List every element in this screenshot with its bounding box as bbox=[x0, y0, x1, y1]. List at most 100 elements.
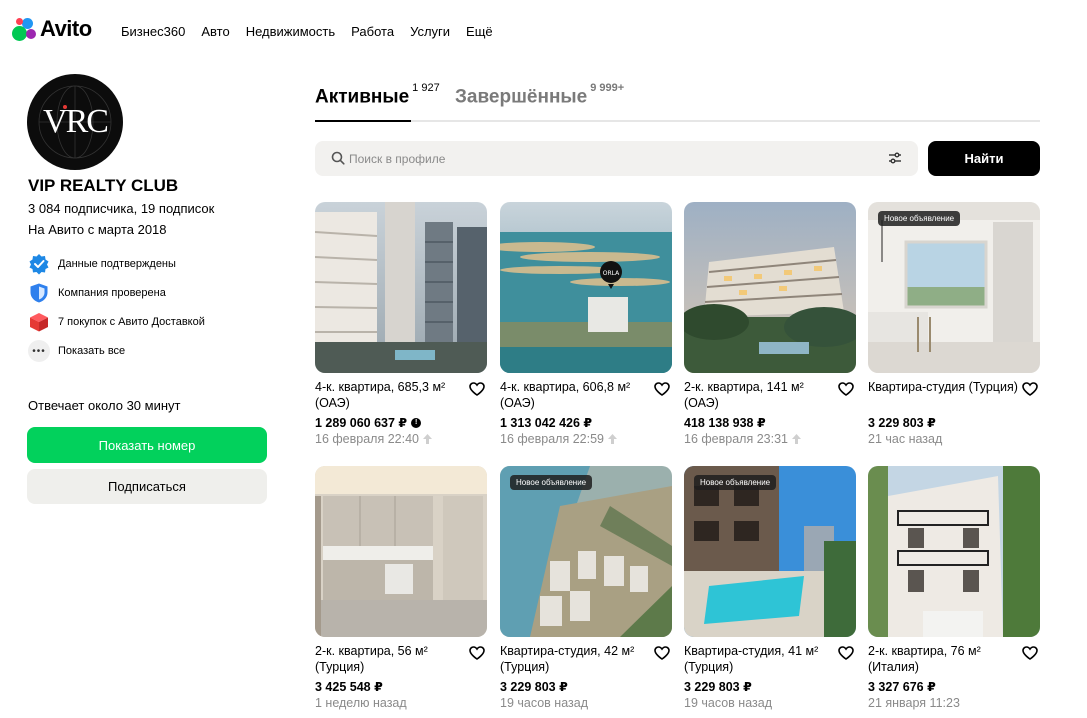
raised-arrow-icon bbox=[791, 434, 801, 444]
new-listing-badge: Новое объявление bbox=[878, 211, 961, 226]
price-value: 3 229 803 ₽ bbox=[500, 680, 568, 694]
search-input[interactable] bbox=[349, 141, 879, 176]
listing-price: 3 229 803 ₽ bbox=[684, 679, 752, 694]
badge-show-all[interactable]: ••• Показать все bbox=[28, 340, 205, 362]
avito-logo-text: Avito bbox=[40, 16, 92, 41]
tab-completed[interactable]: Завершённые 9 999+ bbox=[455, 82, 624, 108]
listing-title[interactable]: 2-к. квартира, 56 м² (Турция) bbox=[315, 643, 465, 675]
new-listing-badge: Новое объявление bbox=[510, 475, 593, 490]
badge-label: 7 покупок с Авито Доставкой bbox=[58, 316, 205, 328]
show-phone-button[interactable]: Показать номер bbox=[27, 427, 267, 463]
date-value: 19 часов назад bbox=[684, 696, 772, 710]
top-header: Avito Бизнес360 Авто Недвижимость Работа… bbox=[0, 0, 1087, 64]
listing-photo[interactable] bbox=[315, 202, 487, 373]
listing-price: 3 327 676 ₽ bbox=[868, 679, 936, 694]
main-nav: Бизнес360 Авто Недвижимость Работа Услуг… bbox=[121, 24, 493, 39]
price-value: 418 138 938 ₽ bbox=[684, 416, 766, 430]
search-icon bbox=[331, 151, 345, 165]
listing-photo[interactable] bbox=[684, 202, 856, 373]
favorite-heart-icon[interactable] bbox=[469, 382, 485, 396]
verified-check-icon bbox=[28, 253, 50, 275]
badge-label: Данные подтверждены bbox=[58, 258, 176, 270]
price-value: 3 229 803 ₽ bbox=[868, 416, 936, 430]
profile-search bbox=[315, 141, 918, 176]
badge-delivery-purchases[interactable]: 7 покупок с Авито Доставкой bbox=[28, 311, 205, 333]
listing-photo[interactable] bbox=[868, 466, 1040, 637]
date-value: 1 неделю назад bbox=[315, 696, 407, 710]
more-dots-icon: ••• bbox=[28, 340, 50, 362]
listing-price: 1 313 042 426 ₽ bbox=[500, 415, 592, 430]
listing-title[interactable]: Квартира-студия, 42 м² (Турция) bbox=[500, 643, 650, 675]
nav-item-jobs[interactable]: Работа bbox=[351, 24, 394, 39]
favorite-heart-icon[interactable] bbox=[469, 646, 485, 660]
avito-logo[interactable]: Avito bbox=[12, 16, 92, 42]
listing-card[interactable]: Новое объявление Квартира-студия, 42 м² … bbox=[500, 466, 672, 710]
listing-title[interactable]: Квартира-студия (Турция) bbox=[868, 379, 1018, 395]
svg-text:ORLA: ORLA bbox=[603, 270, 620, 277]
nav-item-services[interactable]: Услуги bbox=[410, 24, 450, 39]
raised-arrow-icon bbox=[607, 434, 617, 444]
badge-label: Компания проверена bbox=[58, 287, 166, 299]
favorite-heart-icon[interactable] bbox=[838, 382, 854, 396]
profile-name: VIP REALTY CLUB bbox=[28, 176, 179, 195]
listing-card[interactable]: ORLA 4-к. квартира, 606,8 м² (ОАЭ) 1 313… bbox=[500, 202, 672, 446]
tab-label: Активные bbox=[315, 86, 410, 108]
badge-company-checked[interactable]: Компания проверена bbox=[28, 282, 205, 304]
date-value: 16 февраля 22:40 bbox=[315, 432, 419, 446]
box-icon bbox=[28, 311, 50, 333]
nav-item-more[interactable]: Ещё bbox=[466, 24, 493, 39]
listing-photo[interactable]: ORLA bbox=[500, 202, 672, 373]
favorite-heart-icon[interactable] bbox=[838, 646, 854, 660]
badge-label: Показать все bbox=[58, 345, 126, 357]
price-value: 3 425 548 ₽ bbox=[315, 680, 383, 694]
listing-date: 1 неделю назад bbox=[315, 696, 407, 710]
listing-card[interactable]: 2-к. квартира, 76 м² (Италия) 3 327 676 … bbox=[868, 466, 1040, 710]
listing-photo[interactable] bbox=[315, 466, 487, 637]
nav-item-real-estate[interactable]: Недвижимость bbox=[246, 24, 335, 39]
price-value: 1 313 042 426 ₽ bbox=[500, 416, 593, 430]
price-value: 3 229 803 ₽ bbox=[684, 680, 752, 694]
listing-photo[interactable]: Новое объявление bbox=[500, 466, 672, 637]
listing-card[interactable]: 4-к. квартира, 685,3 м² (ОАЭ) 1 289 060 … bbox=[315, 202, 487, 446]
listing-card[interactable]: Новое объявление Квартира-студия, 41 м² … bbox=[684, 466, 856, 710]
favorite-heart-icon[interactable] bbox=[654, 382, 670, 396]
listing-date: 21 час назад bbox=[868, 432, 942, 446]
tab-count: 9 999+ bbox=[590, 82, 625, 94]
profile-subscribers[interactable]: 3 084 подписчика, 19 подписок bbox=[28, 201, 214, 216]
listing-card[interactable]: 2-к. квартира, 141 м² (ОАЭ) 418 138 938 … bbox=[684, 202, 856, 446]
nav-item-business360[interactable]: Бизнес360 bbox=[121, 24, 185, 39]
price-info-icon[interactable]: ! bbox=[411, 417, 422, 428]
new-listing-badge: Новое объявление bbox=[694, 475, 777, 490]
listing-title[interactable]: 2-к. квартира, 76 м² (Италия) bbox=[868, 643, 1018, 675]
listing-card[interactable]: 2-к. квартира, 56 м² (Турция) 3 425 548 … bbox=[315, 466, 487, 710]
price-value: 3 327 676 ₽ bbox=[868, 680, 936, 694]
listing-date: 16 февраля 22:59 bbox=[500, 432, 617, 446]
date-value: 16 февраля 23:31 bbox=[684, 432, 788, 446]
listing-photo[interactable]: Новое объявление bbox=[684, 466, 856, 637]
tab-count: 1 927 bbox=[412, 82, 440, 94]
subscribe-button[interactable]: Подписаться bbox=[27, 469, 267, 504]
listing-card[interactable]: Новое объявление Квартира-студия (Турция… bbox=[868, 202, 1040, 446]
listing-price: 1 289 060 637 ₽! bbox=[315, 415, 422, 430]
listing-title[interactable]: Квартира-студия, 41 м² (Турция) bbox=[684, 643, 834, 675]
date-value: 21 час назад bbox=[868, 432, 943, 446]
avatar[interactable]: VRC bbox=[27, 74, 123, 170]
favorite-heart-icon[interactable] bbox=[1022, 382, 1038, 396]
listing-title[interactable]: 4-к. квартира, 606,8 м² (ОАЭ) bbox=[500, 379, 650, 411]
nav-item-auto[interactable]: Авто bbox=[201, 24, 229, 39]
badge-data-verified[interactable]: Данные подтверждены bbox=[28, 253, 205, 275]
reply-time: Отвечает около 30 минут bbox=[28, 398, 181, 413]
favorite-heart-icon[interactable] bbox=[1022, 646, 1038, 660]
filter-settings-icon[interactable] bbox=[888, 152, 902, 164]
raised-arrow-icon bbox=[422, 434, 432, 444]
listing-price: 3 229 803 ₽ bbox=[868, 415, 936, 430]
listing-photo[interactable]: Новое объявление bbox=[868, 202, 1040, 373]
listing-title[interactable]: 4-к. квартира, 685,3 м² (ОАЭ) bbox=[315, 379, 465, 411]
tab-active[interactable]: Активные 1 927 bbox=[315, 82, 440, 108]
tab-label: Завершённые bbox=[455, 86, 588, 108]
date-value: 16 февраля 22:59 bbox=[500, 432, 604, 446]
date-value: 19 часов назад bbox=[500, 696, 588, 710]
favorite-heart-icon[interactable] bbox=[654, 646, 670, 660]
listing-title[interactable]: 2-к. квартира, 141 м² (ОАЭ) bbox=[684, 379, 834, 411]
search-submit-button[interactable]: Найти bbox=[928, 141, 1040, 176]
